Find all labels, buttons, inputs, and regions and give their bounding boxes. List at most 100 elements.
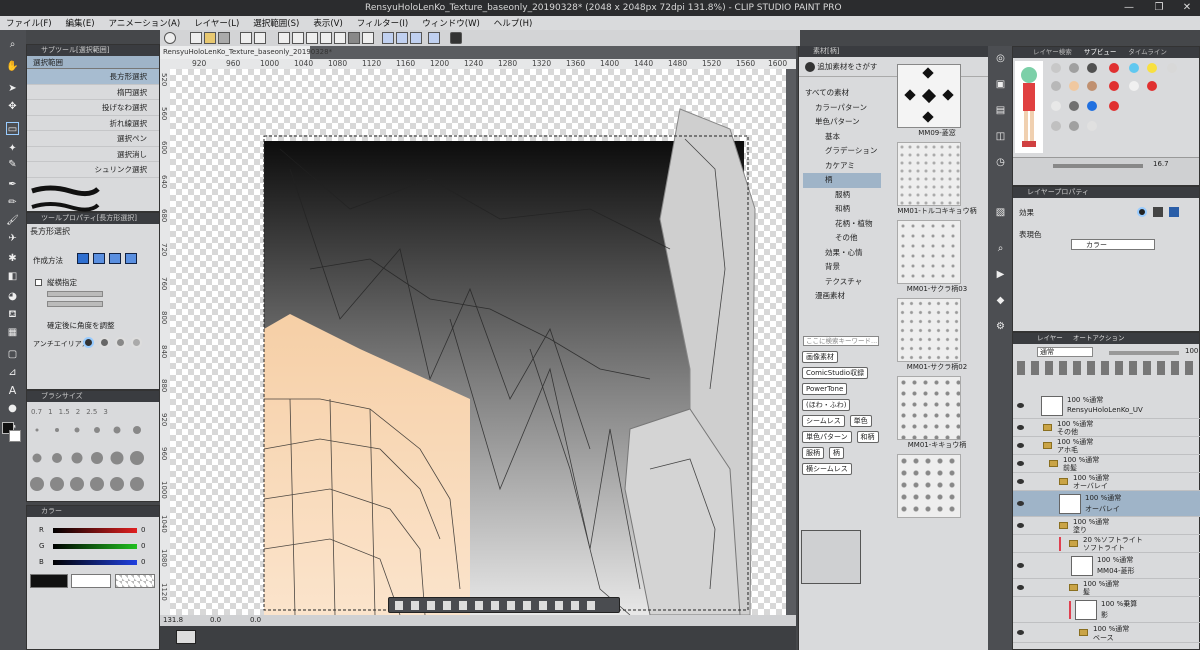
minimize-button[interactable]: —: [1118, 0, 1140, 16]
tree-item[interactable]: 背景: [803, 260, 881, 275]
antialias-medium-icon[interactable]: [115, 337, 126, 348]
layer-row[interactable]: 100 %通常 ベース: [1013, 623, 1200, 643]
palette-swatch[interactable]: [1069, 101, 1079, 111]
antialias-weak-icon[interactable]: [99, 337, 110, 348]
clear-icon[interactable]: [278, 32, 290, 44]
expression-color-select[interactable]: カラー: [1071, 239, 1155, 250]
palette-swatch[interactable]: [1051, 81, 1061, 91]
subtool-item[interactable]: 投げなわ選択: [27, 100, 159, 116]
history-icon[interactable]: ◷: [994, 156, 1007, 169]
subtool-item[interactable]: 長方形選択: [27, 69, 159, 85]
blend-icon[interactable]: ◕: [6, 290, 19, 303]
subview-panel-icon[interactable]: ▣: [994, 78, 1007, 91]
subtract-selection-icon[interactable]: [109, 253, 121, 264]
palette-swatch[interactable]: [1087, 121, 1097, 131]
navigator-icon[interactable]: [176, 630, 196, 644]
layer-row[interactable]: 100 %通常 MM04-菱形: [1013, 553, 1200, 579]
palette-swatch[interactable]: [1087, 101, 1097, 111]
tree-item[interactable]: 単色パターン: [803, 115, 881, 130]
tree-item-selected[interactable]: 柄: [803, 173, 881, 188]
palette-swatch[interactable]: [1051, 101, 1061, 111]
layer-row[interactable]: 100 %通常 アホ毛: [1013, 437, 1200, 455]
subtool-item[interactable]: 選択消し: [27, 147, 159, 162]
new-selection-icon[interactable]: [77, 253, 89, 264]
tree-item[interactable]: 効果・心情: [803, 246, 881, 261]
eye-icon[interactable]: [1017, 563, 1024, 568]
material-thumb[interactable]: [897, 376, 961, 440]
brush-size-preset[interactable]: 2.5: [86, 408, 97, 416]
menu-animation[interactable]: アニメーション(A): [109, 17, 181, 29]
palette-swatch[interactable]: [1129, 63, 1139, 73]
fill-icon[interactable]: [348, 32, 360, 44]
tree-item[interactable]: 花柄・植物: [803, 217, 881, 232]
animation-icon[interactable]: ▶: [994, 268, 1007, 281]
value-r[interactable]: 0: [141, 526, 145, 534]
eye-icon[interactable]: [1017, 461, 1024, 466]
eye-icon[interactable]: [1017, 443, 1024, 448]
snap-special-ruler-icon[interactable]: [396, 32, 408, 44]
opacity-value[interactable]: 100: [1185, 347, 1198, 355]
tree-item[interactable]: 和柄: [803, 202, 881, 217]
palette-swatch[interactable]: [1069, 63, 1079, 73]
operation-icon[interactable]: ➤: [6, 82, 19, 95]
eye-icon[interactable]: [1017, 479, 1024, 484]
auto-action-icon[interactable]: ⚙: [994, 320, 1007, 333]
palette-swatch[interactable]: [1109, 63, 1119, 73]
eye-icon[interactable]: [1017, 403, 1024, 408]
deselect-icon[interactable]: [306, 32, 318, 44]
layer-row[interactable]: 100 %通常 オーバレイ: [1013, 473, 1200, 491]
tree-item[interactable]: 服柄: [803, 188, 881, 203]
color-set-icon[interactable]: ◫: [994, 130, 1007, 143]
aspect-height-slider[interactable]: [47, 301, 103, 307]
tab-layer[interactable]: レイヤー: [1037, 333, 1063, 344]
menu-layer[interactable]: レイヤー(L): [194, 17, 239, 29]
brush-size-preset[interactable]: 2: [76, 408, 80, 416]
layer-row[interactable]: 100 %通常 髪: [1013, 579, 1200, 597]
reference-image[interactable]: [1015, 61, 1043, 153]
tab-subview[interactable]: サブビュー: [1084, 47, 1117, 58]
palette-swatch[interactable]: [1087, 63, 1097, 73]
material-thumb[interactable]: [897, 454, 961, 518]
menu-file[interactable]: ファイル(F): [6, 17, 52, 29]
snap-ruler-icon[interactable]: [382, 32, 394, 44]
palette-swatch[interactable]: [1147, 81, 1157, 91]
transform-icon[interactable]: [292, 32, 304, 44]
eyedropper-icon[interactable]: ✎: [6, 158, 19, 171]
move-icon[interactable]: ✋: [6, 60, 19, 73]
subtool-group-tab[interactable]: 選択範囲: [27, 56, 159, 69]
tree-item[interactable]: カラーパターン: [803, 101, 881, 116]
value-b[interactable]: 0: [141, 558, 145, 566]
selection-launcher[interactable]: [388, 597, 620, 613]
tree-item[interactable]: テクスチャ: [803, 275, 881, 290]
menu-window[interactable]: ウィンドウ(W): [422, 17, 480, 29]
pen-tool-icon[interactable]: ✒: [6, 178, 19, 191]
tag-button[interactable]: ComicStudio収録: [802, 367, 869, 379]
eraser-icon[interactable]: ◧: [6, 270, 19, 283]
layer-row[interactable]: 100 %乗算 影: [1013, 597, 1200, 623]
border-effect-icon[interactable]: [1137, 207, 1147, 217]
brush-size-dots[interactable]: [27, 418, 159, 498]
decoration-icon[interactable]: ✱: [6, 252, 19, 265]
palette-swatch[interactable]: [1069, 121, 1079, 131]
auto-select-icon[interactable]: ✦: [6, 142, 19, 155]
palette-swatch[interactable]: [1051, 63, 1061, 73]
tag-button[interactable]: 画像素材: [802, 351, 838, 363]
eye-icon[interactable]: [1017, 425, 1024, 430]
aspect-width-slider[interactable]: [47, 291, 103, 297]
layer-row[interactable]: 100 %通常 塗り: [1013, 517, 1200, 535]
redo-icon[interactable]: [254, 32, 266, 44]
layer-row-selected[interactable]: 100 %通常 オーバレイ: [1013, 491, 1200, 517]
tab-layer-search[interactable]: レイヤー検索: [1033, 47, 1072, 58]
tag-button[interactable]: シームレス: [802, 415, 845, 427]
eye-icon[interactable]: [1017, 523, 1024, 528]
palette-swatch[interactable]: [1051, 121, 1061, 131]
palette-swatch[interactable]: [1069, 81, 1079, 91]
tag-button[interactable]: 服柄: [802, 447, 824, 459]
text-icon[interactable]: A: [6, 384, 19, 397]
layer-row[interactable]: 100 %通常 RensyuHoloLenKo_UV: [1013, 393, 1200, 419]
launcher-icons[interactable]: [395, 601, 595, 610]
invert-selection-icon[interactable]: [334, 32, 346, 44]
subtool-item[interactable]: 楕円選択: [27, 85, 159, 100]
tree-item[interactable]: その他: [803, 231, 881, 246]
ruler-icon[interactable]: ⊿: [6, 366, 19, 379]
